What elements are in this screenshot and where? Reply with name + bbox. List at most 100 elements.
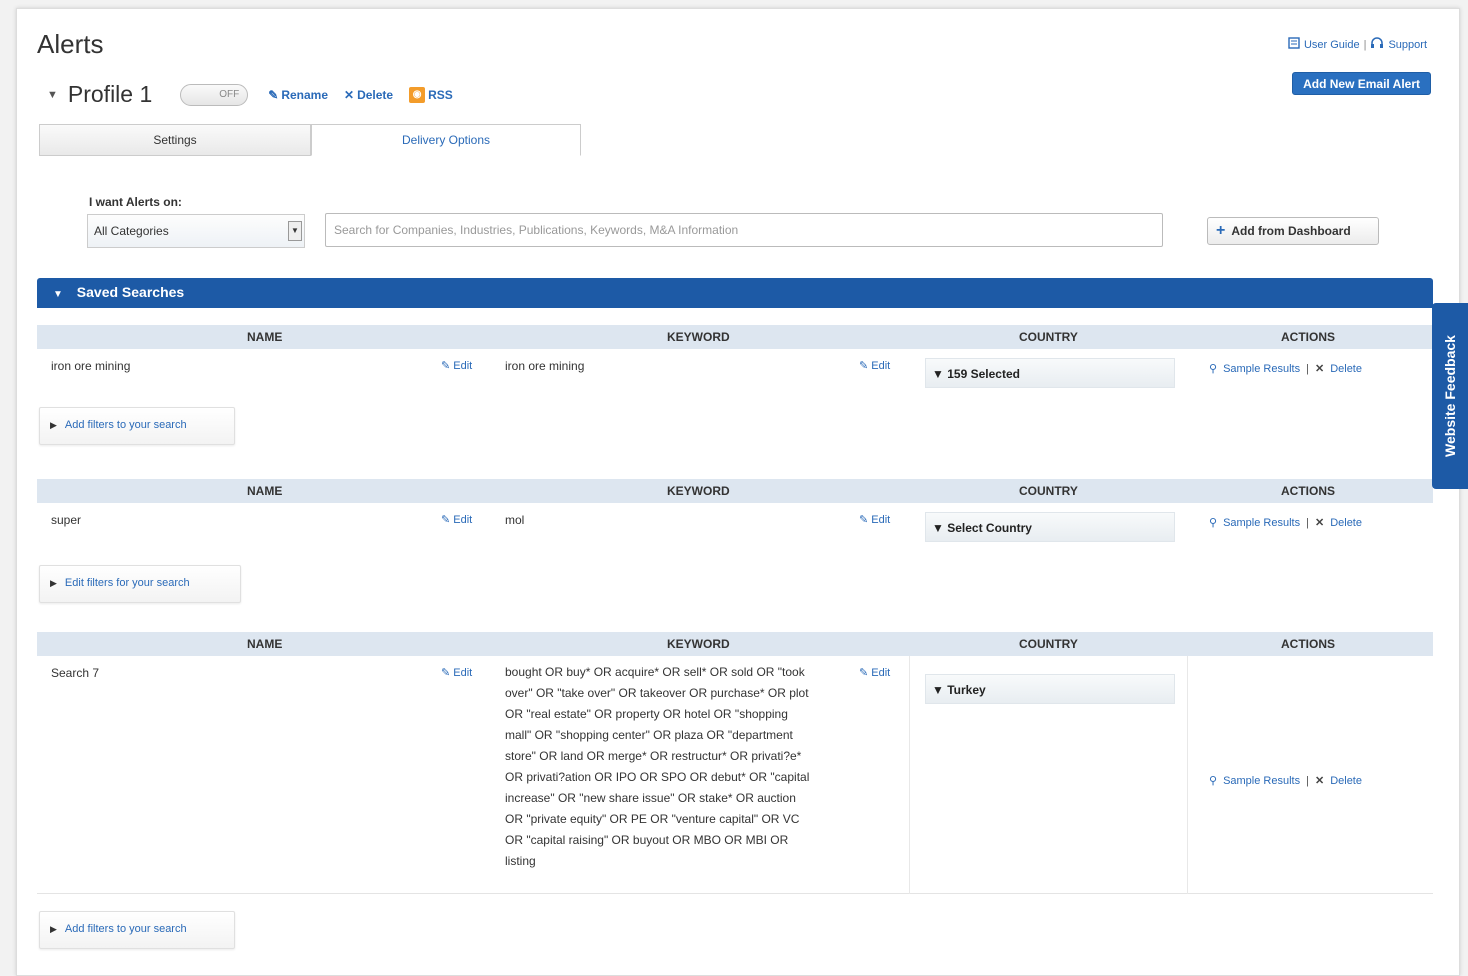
table-row: super ✎ Edit mol ✎ Edit ▼ Select Country… [37, 503, 1433, 549]
alerts-on-label: I want Alerts on: [89, 195, 182, 209]
close-icon: ✕ [1314, 363, 1325, 375]
search-input[interactable] [325, 213, 1163, 247]
book-icon [1288, 37, 1300, 52]
delete-search-link[interactable]: Delete [1330, 363, 1362, 375]
expand-arrow-icon: ▶ [50, 578, 57, 588]
search-keyword: iron ore mining [505, 359, 585, 373]
header-name: NAME [247, 330, 283, 344]
plus-icon: + [1216, 222, 1226, 239]
country-value: Turkey [947, 683, 986, 697]
header-keyword: KEYWORD [667, 637, 730, 651]
edit-label: Edit [453, 667, 473, 679]
sample-results-link[interactable]: Sample Results [1223, 363, 1300, 375]
country-select[interactable]: ▼ 159 Selected [925, 358, 1175, 388]
dropdown-arrow-icon[interactable]: ▼ [288, 221, 302, 241]
collapse-arrow-icon: ▼ [53, 289, 63, 300]
header-actions: ACTIONS [1281, 330, 1335, 344]
table-header: NAME KEYWORD COUNTRY ACTIONS [37, 632, 1433, 656]
pencil-icon: ✎ [859, 514, 869, 526]
rename-link[interactable]: ✎ Rename [268, 88, 328, 102]
saved-searches-title: Saved Searches [76, 284, 185, 300]
headset-icon [1370, 37, 1384, 52]
divider: | [1306, 516, 1309, 529]
add-from-dashboard-button[interactable]: + Add from Dashboard [1207, 217, 1379, 245]
user-search-icon: ⚲ [1209, 363, 1218, 375]
pencil-icon: ✎ [859, 360, 869, 372]
pencil-icon: ✎ [268, 87, 279, 102]
rss-label: RSS [428, 87, 453, 102]
table-header: NAME KEYWORD COUNTRY ACTIONS [37, 479, 1433, 503]
profile-toggle[interactable]: OFF [180, 83, 249, 106]
header-keyword: KEYWORD [667, 484, 730, 498]
tab-delivery-options[interactable]: Delivery Options [311, 124, 581, 156]
profile-header: ▼ Profile 1 OFF ✎ Rename ✕ Delete ◉ RSS [47, 81, 459, 108]
chevron-down-icon: ▼ [932, 521, 944, 535]
header-country: COUNTRY [1019, 330, 1078, 344]
pencil-icon: ✎ [441, 360, 451, 372]
column-divider [1187, 656, 1188, 894]
rss-link[interactable]: ◉ RSS [409, 86, 453, 103]
delete-profile-link[interactable]: ✕ Delete [344, 88, 393, 102]
chevron-down-icon: ▼ [932, 683, 944, 697]
edit-keyword-link[interactable]: ✎ Edit [859, 513, 890, 526]
edit-label: Edit [453, 360, 473, 372]
edit-label: Edit [871, 667, 891, 679]
header-keyword: KEYWORD [667, 330, 730, 344]
tab-bar: Settings Delivery Options [39, 124, 581, 156]
edit-filters-button[interactable]: ▶ Edit filters for your search [39, 565, 241, 603]
expand-arrow-icon: ▶ [50, 420, 57, 430]
add-new-email-alert-button[interactable]: Add New Email Alert [1292, 72, 1431, 95]
column-divider [909, 656, 910, 894]
tab-settings[interactable]: Settings [39, 124, 311, 156]
delete-label: Delete [357, 87, 394, 102]
edit-label: Edit [453, 514, 473, 526]
collapse-arrow-icon[interactable]: ▼ [47, 89, 58, 101]
user-guide-link[interactable]: User Guide [1304, 39, 1360, 51]
table-header: NAME KEYWORD COUNTRY ACTIONS [37, 325, 1433, 349]
table-row: iron ore mining ✎ Edit iron ore mining ✎… [37, 349, 1433, 395]
sample-results-link[interactable]: Sample Results [1223, 517, 1300, 529]
pencil-icon: ✎ [441, 514, 451, 526]
header-name: NAME [247, 484, 283, 498]
support-link[interactable]: Support [1388, 39, 1427, 51]
saved-searches-header[interactable]: ▼ Saved Searches [37, 278, 1433, 308]
search-keyword: mol [505, 513, 525, 527]
close-icon: ✕ [1314, 775, 1325, 787]
sample-results-link[interactable]: Sample Results [1223, 775, 1300, 787]
edit-label: Edit [871, 360, 891, 372]
row-actions: ⚲ Sample Results | ✕ Delete [1209, 774, 1362, 788]
toggle-label: OFF [219, 89, 240, 100]
divider: | [1306, 774, 1309, 787]
header-country: COUNTRY [1019, 637, 1078, 651]
search-name: super [51, 513, 82, 527]
edit-keyword-link[interactable]: ✎ Edit [859, 359, 890, 372]
divider: | [1306, 362, 1309, 375]
edit-name-link[interactable]: ✎ Edit [441, 666, 472, 679]
user-search-icon: ⚲ [1209, 775, 1218, 787]
delete-search-link[interactable]: Delete [1330, 517, 1362, 529]
add-filters-button[interactable]: ▶ Add filters to your search [39, 407, 235, 445]
category-select[interactable]: All Categories ▼ [87, 214, 305, 248]
table-row: Search 7 ✎ Edit bought OR buy* OR acquir… [37, 656, 1433, 894]
close-icon: ✕ [344, 87, 355, 102]
delete-search-link[interactable]: Delete [1330, 775, 1362, 787]
close-icon: ✕ [1314, 517, 1325, 529]
filter-label: Add filters to your search [64, 419, 187, 431]
website-feedback-tab[interactable]: Website Feedback [1432, 303, 1468, 489]
country-select[interactable]: ▼ Select Country [925, 512, 1175, 542]
country-select[interactable]: ▼ Turkey [925, 674, 1175, 704]
edit-name-link[interactable]: ✎ Edit [441, 513, 472, 526]
top-links: User Guide | Support [1288, 37, 1427, 52]
edit-keyword-link[interactable]: ✎ Edit [859, 666, 890, 679]
chevron-down-icon: ▼ [932, 367, 944, 381]
search-name: iron ore mining [51, 359, 131, 373]
edit-name-link[interactable]: ✎ Edit [441, 359, 472, 372]
edit-label: Edit [871, 514, 891, 526]
user-search-icon: ⚲ [1209, 517, 1218, 529]
add-filters-button[interactable]: ▶ Add filters to your search [39, 911, 235, 949]
row-actions: ⚲ Sample Results | ✕ Delete [1209, 362, 1362, 376]
expand-arrow-icon: ▶ [50, 924, 57, 934]
alerts-panel: Alerts User Guide | Support Add New Emai… [16, 8, 1460, 976]
category-value: All Categories [94, 224, 169, 238]
search-keyword: bought OR buy* OR acquire* OR sell* OR s… [505, 665, 810, 868]
